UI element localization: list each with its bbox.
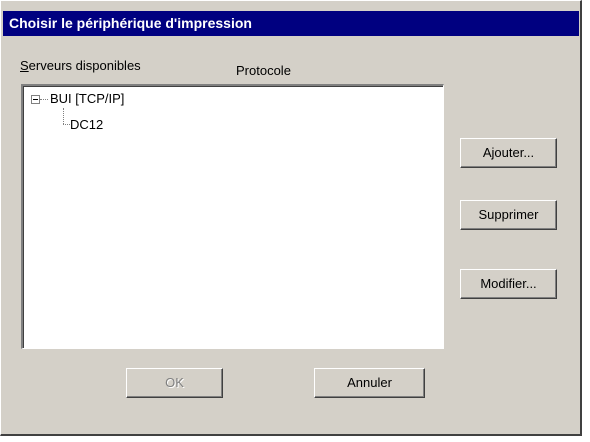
add-button[interactable]: Ajouter...	[460, 138, 557, 168]
servers-label-text: erveurs disponibles	[28, 58, 141, 73]
dialog-title: Choisir le périphérique d'impression	[9, 15, 252, 31]
ok-button-label: OK	[165, 375, 184, 390]
tree-connector-vertical	[63, 108, 64, 124]
tree-connector-root	[40, 99, 48, 100]
dialog-title-bar: Choisir le périphérique d'impression	[3, 11, 579, 36]
ok-button[interactable]: OK	[126, 368, 223, 398]
add-button-label: Ajouter...	[482, 145, 535, 160]
minus-box-icon[interactable]	[31, 95, 40, 104]
available-servers-label: Serveurs disponibles	[20, 58, 141, 73]
tree-connector-child	[63, 124, 70, 125]
modify-button-label: Modifier...	[480, 276, 537, 291]
cancel-button-label: Annuler	[347, 375, 392, 390]
remove-button-label: Supprimer	[478, 207, 539, 222]
modify-button[interactable]: Modifier...	[460, 269, 557, 299]
tree-node-bui[interactable]: BUI [TCP/IP]	[50, 91, 124, 106]
protocol-label: Protocole	[236, 63, 291, 78]
servers-label-mnemonic: S	[20, 58, 29, 73]
cancel-button[interactable]: Annuler	[314, 368, 425, 398]
tree-node-dc12[interactable]: DC12	[70, 117, 103, 132]
remove-button[interactable]: Supprimer	[460, 200, 557, 230]
